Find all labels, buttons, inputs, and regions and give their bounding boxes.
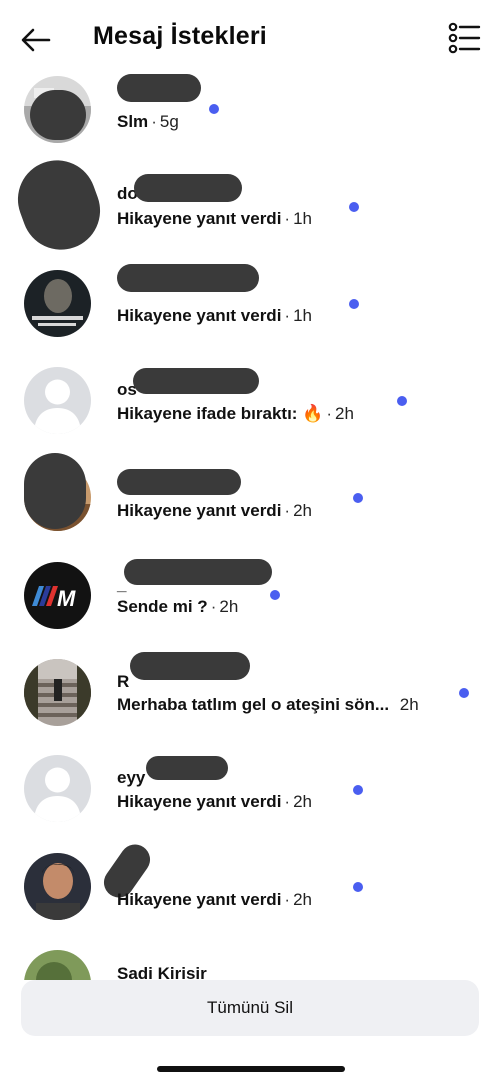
request-row[interactable]: M _ Sende mi ? · 2h [0,553,503,649]
request-row[interactable]: Hikayene yanıt verdi · 1h [0,264,503,360]
separator: · [284,306,291,325]
arrow-left-icon [21,28,51,52]
timestamp: 1h [293,209,313,228]
separator: · [210,597,217,616]
timestamp: 2h [335,404,354,423]
list-filter-icon [448,22,481,54]
timestamp: 2h [399,695,419,714]
separator: · [284,209,291,228]
avatar-man-photo [24,853,91,920]
redaction-mark [6,149,112,261]
sender-name: Sadi Kirisir [117,964,207,980]
header: Mesaj İstekleri [0,0,503,76]
sender-name: eyy [117,768,146,787]
timestamp: 1h [293,306,313,325]
default-avatar [24,755,91,822]
redaction-mark [133,368,259,394]
unread-dot [353,785,363,795]
redaction-mark [130,652,250,680]
timestamp: 2h [293,501,313,520]
message-preview: Hikayene yanıt verdi · 2h [117,890,312,910]
message-request-list: Slm · 5g do Hikayene yanıt verdi · 1h Hi… [0,70,503,980]
unread-dot [397,396,407,406]
message-text: Sende mi ? [117,597,208,616]
sender-name: R [117,672,130,691]
separator [392,695,397,714]
unread-dot [349,202,359,212]
message-text: Merhaba tatlım gel o ateşini sön... [117,695,390,714]
message-text: Hikayene yanıt verdi [117,306,282,325]
message-text: Hikayene yanıt verdi [117,792,282,811]
unread-dot [349,299,359,309]
redaction-mark [117,264,259,292]
avatar [24,270,91,337]
request-row[interactable]: do Hikayene yanıt verdi · 1h [0,149,503,262]
redaction-mark [134,174,242,202]
request-row[interactable]: Hikayene yanıt verdi · 2h [0,453,503,553]
redaction-mark [146,756,228,780]
unread-dot [353,882,363,892]
svg-text:M: M [57,586,76,611]
message-preview: Hikayene ifade bıraktı: 🔥 · 2h [117,404,354,424]
message-text: Slm [117,112,149,131]
unread-dot [209,104,219,114]
timestamp: 2h [293,890,313,909]
redaction-mark [124,559,272,585]
message-text: Hikayene yanıt verdi [117,501,282,520]
home-indicator[interactable] [157,1066,345,1072]
message-preview: Hikayene yanıt verdi · 1h [117,306,312,326]
message-text: Hikayene yanıt verdi [117,890,282,909]
message-preview: Hikayene yanıt verdi · 2h [117,501,312,521]
unread-dot [353,493,363,503]
request-row[interactable]: Slm · 5g [0,70,503,166]
separator: · [151,112,157,131]
message-preview: Slm · 5g [117,112,179,132]
delete-all-button[interactable]: Tümünü Sil [21,980,479,1036]
redaction-mark [117,469,241,495]
page-title: Mesaj İstekleri [93,22,267,50]
timestamp: 5g [159,112,179,131]
avatar-stairs-photo [24,659,91,726]
request-row[interactable]: R Merhaba tatlım gel o ateşini sön... 2h [0,650,503,746]
request-row[interactable]: os Hikayene ifade bıraktı: 🔥 · 2h [0,360,503,456]
default-avatar [24,367,91,434]
bmw-m-logo: M [24,562,91,629]
timestamp: 2h [219,597,239,616]
message-preview: Sende mi ? · 2h [117,597,238,617]
message-preview: Hikayene yanıt verdi · 2h [117,792,312,812]
timestamp: 2h [293,792,313,811]
message-preview: Merhaba tatlım gel o ateşini sön... 2h [117,695,419,715]
message-text: Hikayene ifade bıraktı: 🔥 [117,404,324,423]
request-row[interactable]: eyy Hikayene yanıt verdi · 2h [0,746,503,842]
unread-dot [459,688,469,698]
redaction-mark [24,453,86,529]
request-row[interactable]: Sadi Kirisir [0,938,503,980]
message-preview: Hikayene yanıt verdi · 1h [117,209,312,229]
separator: · [284,792,291,811]
redaction-mark [30,90,86,140]
back-button[interactable] [18,22,54,58]
avatar-tree-photo [24,950,91,980]
redaction-mark [117,74,201,102]
request-row[interactable]: Hikayene yanıt verdi · 2h [0,838,503,938]
separator: · [326,404,333,423]
separator: · [284,501,291,520]
unread-dot [270,590,280,600]
filter-button[interactable] [446,20,482,56]
separator: · [284,890,291,909]
message-text: Hikayene yanıt verdi [117,209,282,228]
